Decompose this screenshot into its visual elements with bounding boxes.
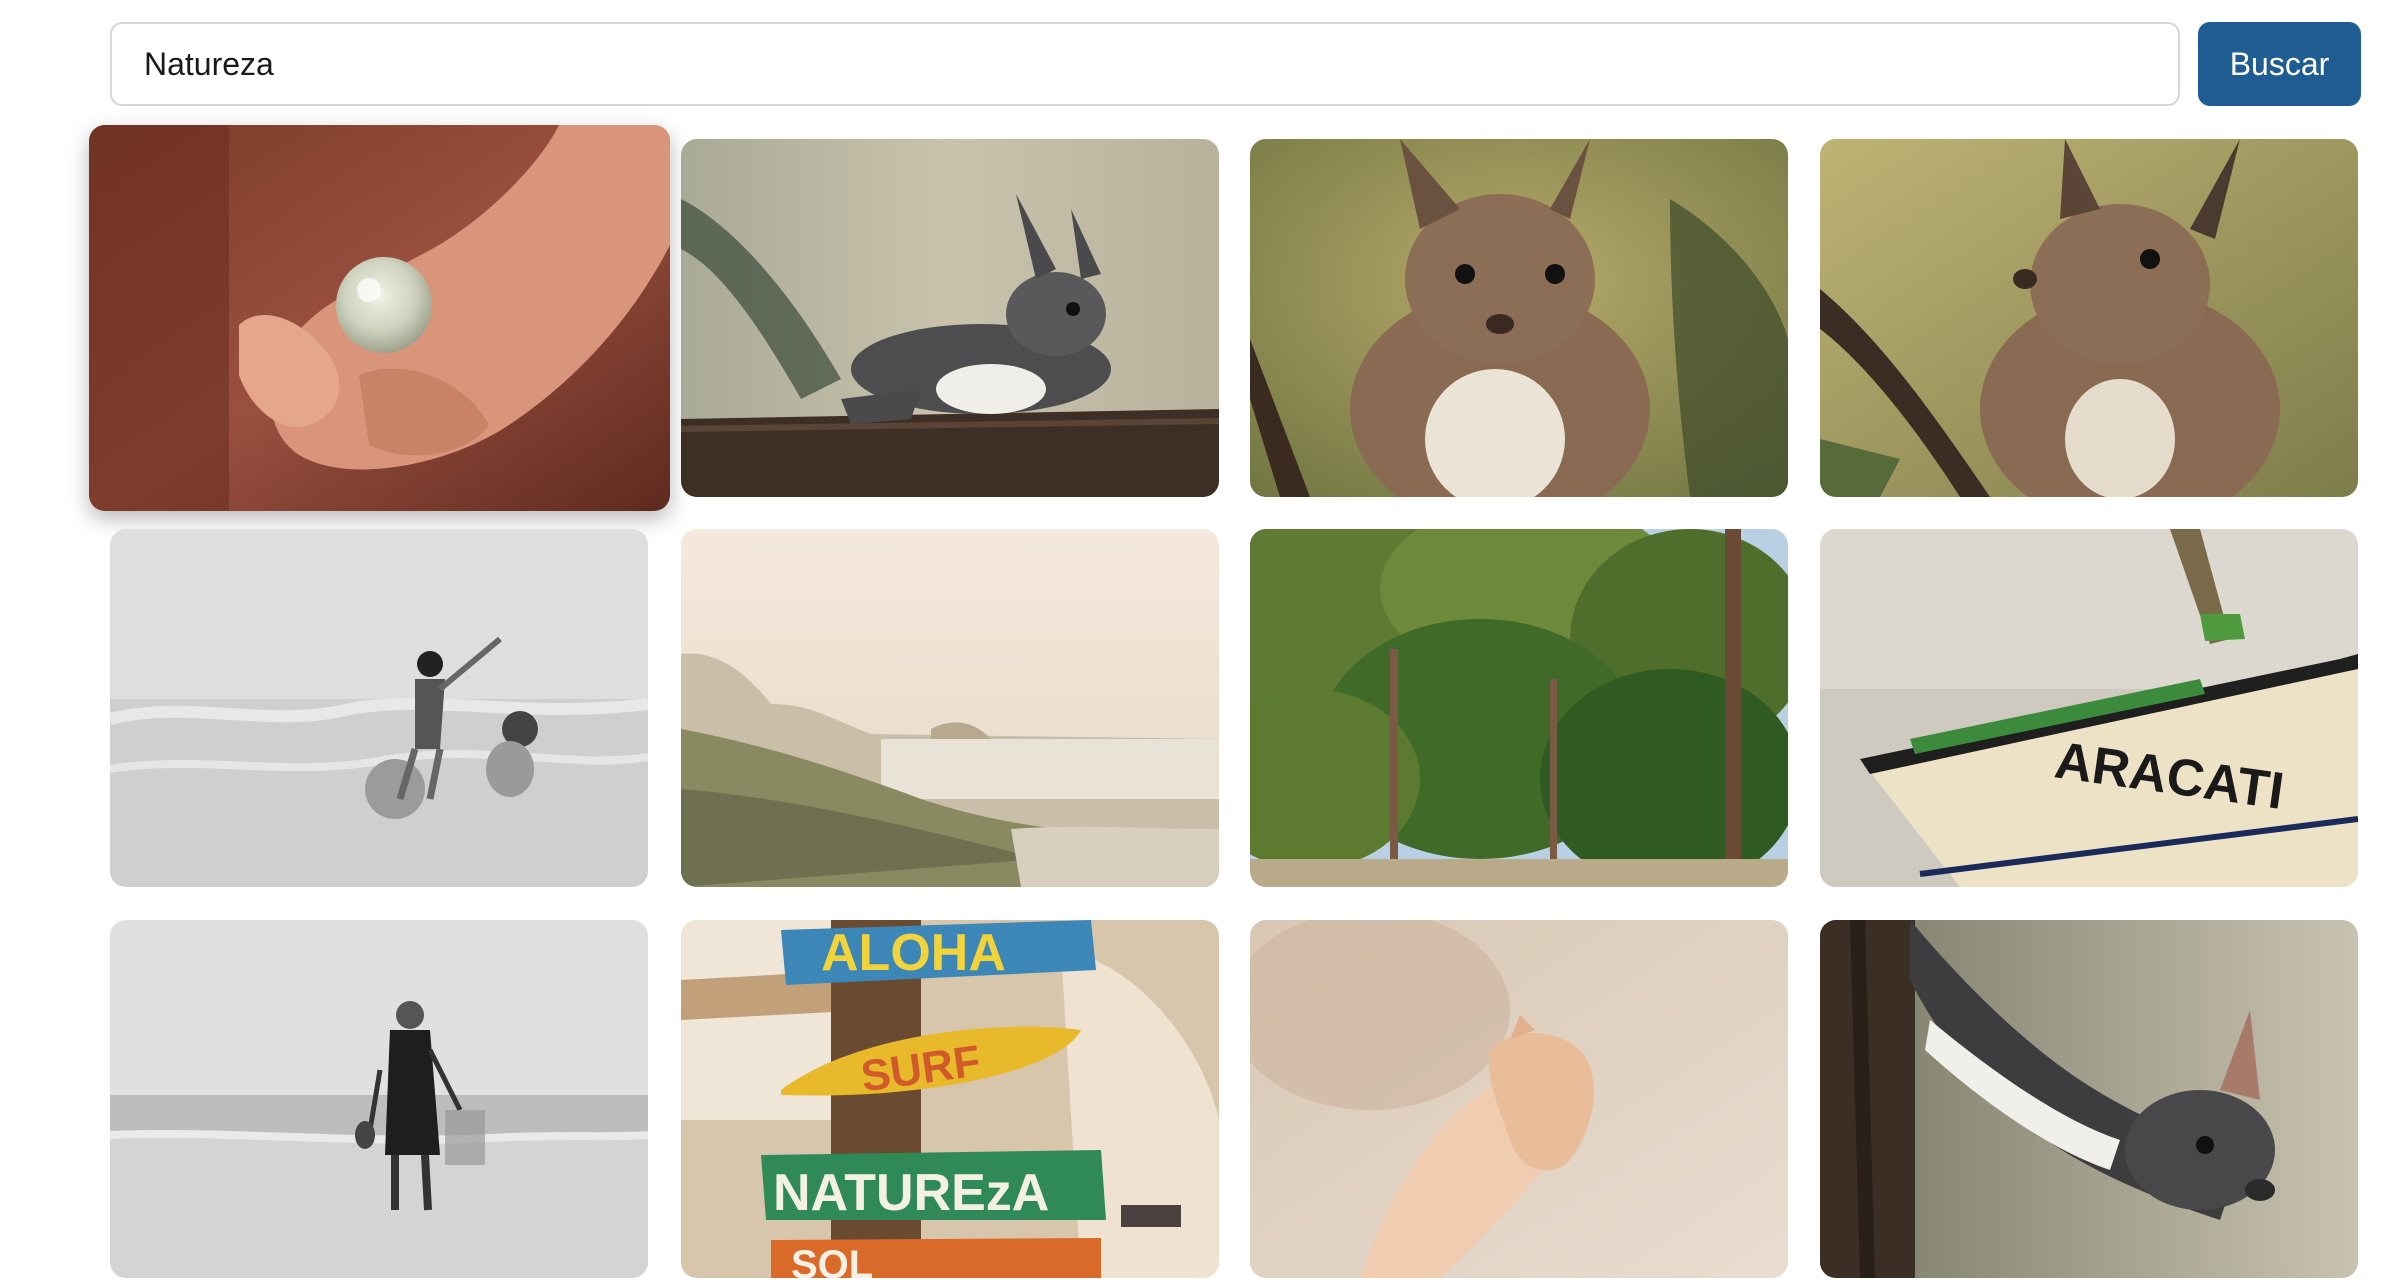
image-card-holding-hands[interactable]	[1250, 920, 1788, 1278]
image-card-beach-walk[interactable]	[110, 920, 648, 1278]
image-card-hand-marble[interactable]	[89, 125, 670, 511]
beach-signs-photo: ALOHA SURF NATUREzA SOL	[681, 920, 1219, 1278]
couple-sea-photo	[110, 529, 648, 887]
image-card-misty-coast[interactable]	[681, 529, 1219, 887]
image-card-forest[interactable]	[1250, 529, 1788, 887]
image-card-squirrel-trunk[interactable]	[1820, 920, 2358, 1278]
hand-marble-photo	[89, 125, 670, 511]
image-card-beach-signs[interactable]: ALOHA SURF NATUREzA SOL	[681, 920, 1219, 1278]
image-card-squirrel-up[interactable]	[1820, 139, 2358, 497]
beach-walk-photo	[110, 920, 648, 1278]
squirrel-up-photo	[1820, 139, 2358, 497]
squirrel-log-photo	[681, 139, 1219, 497]
sign-sol: SOL	[791, 1243, 873, 1278]
image-card-squirrel-front[interactable]	[1250, 139, 1788, 497]
boat-photo: ARACATI	[1820, 529, 2358, 887]
misty-coast-photo	[681, 529, 1219, 887]
image-grid: ARACATI ALOHA SURF NATUREzA SOL	[0, 0, 2390, 1288]
sign-aloha: ALOHA	[821, 924, 1006, 982]
app: Buscar	[0, 0, 2390, 1288]
sign-natureza: NATUREzA	[773, 1164, 1049, 1222]
forest-photo	[1250, 529, 1788, 887]
image-card-couple-sea[interactable]	[110, 529, 648, 887]
holding-hands-photo	[1250, 920, 1788, 1278]
image-card-boat[interactable]: ARACATI	[1820, 529, 2358, 887]
squirrel-trunk-photo	[1820, 920, 2358, 1278]
image-card-squirrel-log[interactable]	[681, 139, 1219, 497]
squirrel-front-photo	[1250, 139, 1788, 497]
